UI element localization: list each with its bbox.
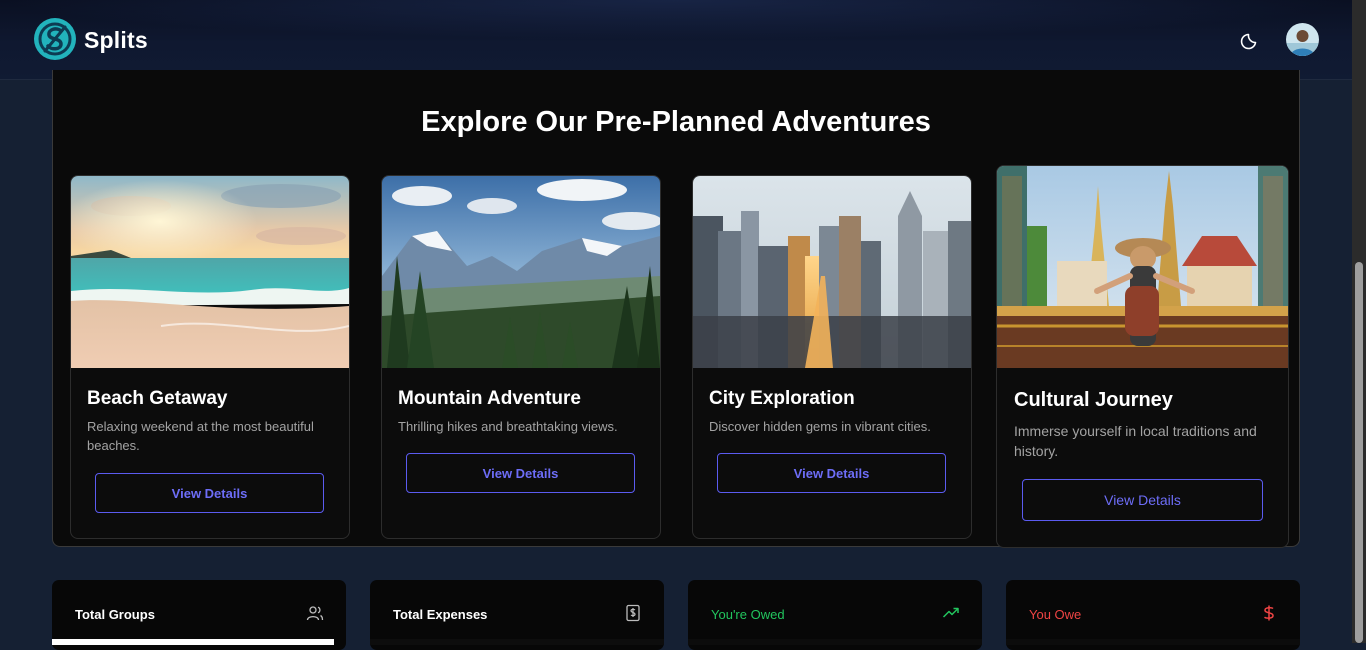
adventures-heading: Explore Our Pre-Planned Adventures	[421, 106, 931, 138]
adventure-card-cultural: Cultural Journey Immerse yourself in loc…	[996, 165, 1289, 548]
beach-sunset-image	[71, 176, 349, 368]
trending-up-icon	[942, 604, 960, 622]
view-details-button[interactable]: View Details	[95, 473, 324, 513]
receipt-dollar-icon	[624, 604, 642, 622]
card-description: Immerse yourself in local traditions and…	[1014, 423, 1257, 460]
top-navbar: Splits	[0, 0, 1352, 80]
adventure-card-beach: Beach Getaway Relaxing weekend at the mo…	[70, 175, 350, 539]
dollar-icon	[1260, 604, 1278, 622]
card-description: Discover hidden gems in vibrant cities.	[709, 419, 931, 434]
city-skyline-image	[693, 176, 971, 368]
adventure-card-mountain: Mountain Adventure Thrilling hikes and b…	[381, 175, 661, 539]
scrollbar-thumb[interactable]	[1355, 262, 1363, 643]
stat-label: You Owe	[1029, 607, 1082, 622]
temple-traveler-image	[997, 166, 1288, 368]
moon-icon[interactable]	[1238, 27, 1264, 53]
stat-label: Total Groups	[75, 607, 155, 622]
brand-name[interactable]: Splits	[84, 27, 148, 54]
stat-label: You're Owed	[711, 607, 785, 622]
page-scrollbar[interactable]	[1352, 0, 1366, 643]
stat-divider	[1006, 639, 1300, 645]
user-avatar[interactable]	[1286, 23, 1319, 56]
stat-divider	[688, 639, 982, 645]
splits-logo-icon[interactable]	[33, 17, 77, 61]
view-details-button[interactable]: View Details	[717, 453, 946, 493]
mountain-valley-image	[382, 176, 660, 368]
stat-card-you-owe: You Owe	[1006, 580, 1300, 650]
users-icon	[306, 604, 324, 622]
view-details-button[interactable]: View Details	[1022, 479, 1263, 521]
adventure-card-city: City Exploration Discover hidden gems in…	[692, 175, 972, 539]
card-title: Cultural Journey	[1014, 389, 1173, 411]
stat-label: Total Expenses	[393, 607, 488, 622]
stat-divider	[370, 639, 664, 645]
card-description: Relaxing weekend at the most beautiful b…	[87, 419, 314, 453]
card-title: Beach Getaway	[87, 388, 228, 409]
card-title: Mountain Adventure	[398, 388, 581, 409]
card-description: Thrilling hikes and breathtaking views.	[398, 419, 618, 434]
navbar-glow	[0, 0, 1352, 40]
stat-card-total-groups: Total Groups	[52, 580, 346, 650]
stat-card-youre-owed: You're Owed	[688, 580, 982, 650]
view-details-button[interactable]: View Details	[406, 453, 635, 493]
stat-divider	[52, 639, 334, 645]
stat-card-total-expenses: Total Expenses	[370, 580, 664, 650]
card-title: City Exploration	[709, 388, 855, 409]
